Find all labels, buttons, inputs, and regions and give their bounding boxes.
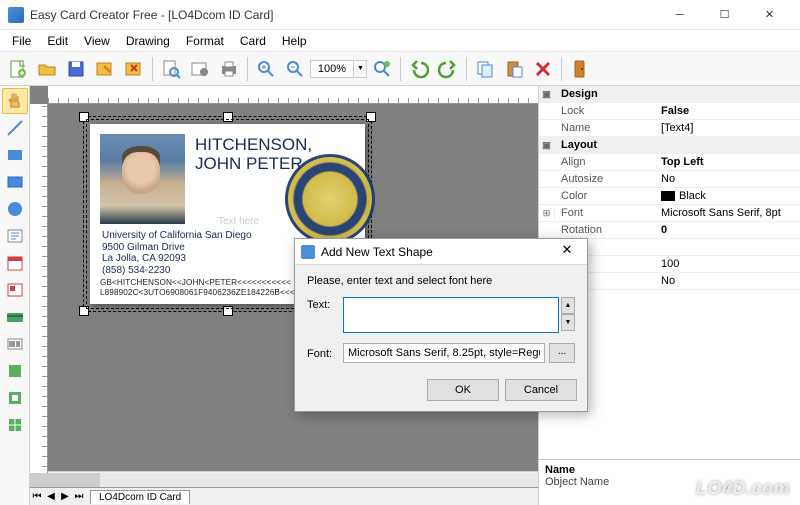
- maximize-button[interactable]: ☐: [702, 1, 747, 29]
- card-mrz[interactable]: GB<HITCHENSON<<JOHN<PETER<<<<<<<<<<< L89…: [100, 278, 314, 298]
- expand-font[interactable]: ⊞: [539, 208, 555, 219]
- sheet-first[interactable]: ⏮: [30, 491, 44, 502]
- copy-button[interactable]: [471, 55, 499, 83]
- text-input[interactable]: [343, 297, 559, 333]
- tool-shape-c[interactable]: [2, 412, 28, 438]
- card-name-line2: JOHN PETER: [195, 154, 303, 173]
- undo-button[interactable]: [405, 55, 433, 83]
- preview-button[interactable]: [157, 55, 185, 83]
- delete-button[interactable]: [120, 55, 148, 83]
- zoom-out-button[interactable]: [281, 55, 309, 83]
- prop-font[interactable]: Microsoft Sans Serif, 8pt: [655, 207, 800, 219]
- tool-rect-outline[interactable]: [2, 169, 28, 195]
- tool-hand[interactable]: [2, 88, 28, 114]
- card-seal[interactable]: [285, 154, 375, 244]
- text-label: Text:: [307, 297, 343, 311]
- sheet-tab[interactable]: LO4Dcom ID Card: [90, 490, 190, 504]
- tool-text[interactable]: [2, 223, 28, 249]
- sheet-tabs: ⏮ ◀ ▶ ⏭ LO4Dcom ID Card: [30, 487, 538, 505]
- tool-rect[interactable]: [2, 142, 28, 168]
- redo-button[interactable]: [434, 55, 462, 83]
- prop-rotation[interactable]: 0: [655, 224, 800, 236]
- menu-help[interactable]: Help: [274, 32, 315, 50]
- card-text-placeholder[interactable]: Text here: [218, 216, 259, 227]
- save-button[interactable]: [62, 55, 90, 83]
- titlebar: Easy Card Creator Free - [LO4Dcom ID Car…: [0, 0, 800, 30]
- tool-line[interactable]: [2, 115, 28, 141]
- menu-edit[interactable]: Edit: [39, 32, 76, 50]
- prop-extra2[interactable]: No: [655, 275, 800, 287]
- menu-card[interactable]: Card: [232, 32, 274, 50]
- text-spin-down[interactable]: ▼: [561, 314, 575, 331]
- ok-button[interactable]: OK: [427, 379, 499, 401]
- remove-button[interactable]: [529, 55, 557, 83]
- scrollbar-horizontal[interactable]: [30, 471, 538, 487]
- paste-button[interactable]: [500, 55, 528, 83]
- font-input[interactable]: [343, 343, 545, 363]
- minimize-button[interactable]: ─: [657, 1, 702, 29]
- tool-date[interactable]: [2, 250, 28, 276]
- prop-extra1[interactable]: 100: [655, 258, 800, 270]
- prop-name[interactable]: [Text4]: [655, 122, 800, 134]
- new-button[interactable]: [4, 55, 32, 83]
- menu-view[interactable]: View: [76, 32, 118, 50]
- exit-button[interactable]: [566, 55, 594, 83]
- prop-autosize[interactable]: No: [655, 173, 800, 185]
- collapse-layout[interactable]: ▣: [539, 140, 555, 151]
- sheet-last[interactable]: ⏭: [72, 491, 86, 502]
- zoom-input[interactable]: 100%: [310, 60, 354, 78]
- close-button[interactable]: ✕: [747, 1, 792, 29]
- menu-file[interactable]: File: [4, 32, 39, 50]
- main-toolbar: 100% ▼: [0, 52, 800, 86]
- collapse-design[interactable]: ▣: [539, 89, 555, 100]
- app-icon: [8, 7, 24, 23]
- tool-barcode[interactable]: [2, 331, 28, 357]
- tool-card[interactable]: [2, 304, 28, 330]
- edit-button[interactable]: [91, 55, 119, 83]
- watermark: LO4D.com: [696, 478, 790, 499]
- sheet-next[interactable]: ▶: [58, 491, 72, 502]
- tool-shape-a[interactable]: [2, 358, 28, 384]
- prop-lock[interactable]: False: [655, 105, 800, 117]
- window-title: Easy Card Creator Free - [LO4Dcom ID Car…: [30, 8, 657, 22]
- tool-palette: [0, 86, 30, 505]
- dialog-title: Add New Text Shape: [321, 245, 553, 259]
- sheet-prev[interactable]: ◀: [44, 491, 58, 502]
- menu-drawing[interactable]: Drawing: [118, 32, 178, 50]
- zoom-in-button[interactable]: [252, 55, 280, 83]
- card-name-line1: HITCHENSON,: [195, 135, 312, 154]
- card-photo[interactable]: [100, 134, 185, 224]
- font-label: Font:: [307, 346, 343, 360]
- tool-shape-b[interactable]: [2, 385, 28, 411]
- font-browse-button[interactable]: ...: [549, 343, 575, 363]
- tool-circle[interactable]: [2, 196, 28, 222]
- dialog-icon: [301, 245, 315, 259]
- card-name[interactable]: HITCHENSON, JOHN PETER: [195, 136, 312, 173]
- menu-format[interactable]: Format: [178, 32, 232, 50]
- open-button[interactable]: [33, 55, 61, 83]
- tool-image[interactable]: [2, 277, 28, 303]
- card-address[interactable]: University of California San Diego 9500 …: [102, 230, 252, 276]
- prop-align[interactable]: Top Left: [655, 156, 800, 168]
- menubar: File Edit View Drawing Format Card Help: [0, 30, 800, 52]
- settings-button[interactable]: [186, 55, 214, 83]
- dialog-instruction: Please, enter text and select font here: [307, 275, 575, 287]
- zoom-dropdown[interactable]: ▼: [355, 60, 367, 78]
- ruler-horizontal: [48, 86, 538, 104]
- zoom-fit-button[interactable]: [368, 55, 396, 83]
- print-button[interactable]: [215, 55, 243, 83]
- cancel-button[interactable]: Cancel: [505, 379, 577, 401]
- add-text-dialog: Add New Text Shape ✕ Please, enter text …: [294, 238, 588, 412]
- text-spin-up[interactable]: ▲: [561, 297, 575, 314]
- dialog-close-button[interactable]: ✕: [553, 242, 581, 262]
- prop-color[interactable]: Black: [655, 190, 800, 202]
